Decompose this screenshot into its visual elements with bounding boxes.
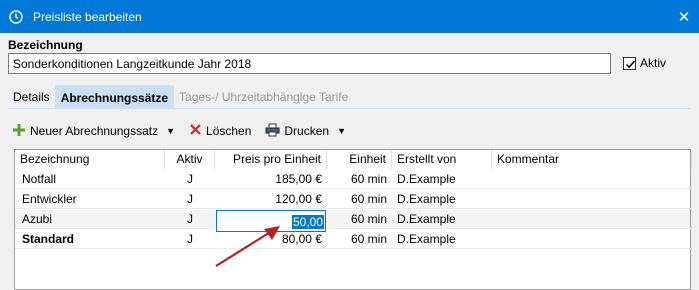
new-rate-button[interactable]: Neuer Abrechnungssatz ▼ xyxy=(12,123,175,140)
delete-button[interactable]: Löschen xyxy=(189,123,251,139)
grid-header: Bezeichnung Aktiv Preis pro Einheit Einh… xyxy=(15,150,692,169)
tab-abrechnungssaetze[interactable]: Abrechnungssätze xyxy=(54,85,175,109)
cell-erstellt: D.Example xyxy=(392,170,492,189)
cell-kommentar xyxy=(492,230,692,249)
title-bar: Preisliste bearbeiten ✕ xyxy=(0,0,699,33)
delete-label: Löschen xyxy=(206,124,252,138)
cell-aktiv: J xyxy=(165,230,215,249)
cell-bezeichnung: Entwickler xyxy=(15,190,165,209)
table-row[interactable]: Notfall J 185,00 € 60 min D.Example xyxy=(15,170,692,189)
table-row[interactable]: Entwickler J 120,00 € 60 min D.Example xyxy=(15,190,692,209)
tab-details[interactable]: Details xyxy=(8,85,55,109)
cell-bezeichnung: Notfall xyxy=(15,170,165,189)
column-header-kommentar[interactable]: Kommentar xyxy=(492,150,692,169)
plus-icon xyxy=(12,123,26,140)
cell-erstellt: D.Example xyxy=(392,190,492,209)
column-header-bezeichnung[interactable]: Bezeichnung xyxy=(15,150,165,169)
delete-icon xyxy=(189,123,202,139)
window-title: Preisliste bearbeiten xyxy=(33,9,142,24)
price-edit-selection: 50,00 xyxy=(291,215,324,229)
column-header-erstellt[interactable]: Erstellt von xyxy=(392,150,492,169)
column-header-preis[interactable]: Preis pro Einheit xyxy=(215,150,327,169)
chevron-down-icon[interactable]: ▼ xyxy=(166,126,175,136)
cell-kommentar xyxy=(492,170,692,189)
cell-einheit: 60 min xyxy=(327,190,392,209)
bezeichnung-label: Bezeichnung xyxy=(8,38,83,52)
cell-einheit: 60 min xyxy=(327,230,392,249)
new-rate-label: Neuer Abrechnungssatz xyxy=(30,124,159,138)
column-header-einheit[interactable]: Einheit xyxy=(327,150,392,169)
print-label: Drucken xyxy=(284,124,330,138)
printer-icon xyxy=(265,123,280,140)
clock-icon xyxy=(8,9,24,25)
annotation-arrow xyxy=(215,226,280,267)
bezeichnung-input[interactable] xyxy=(8,53,611,74)
cell-preis: 185,00 € xyxy=(215,170,327,189)
tab-tarife[interactable]: Tages-/ Uhrzeitabhängige Tarife xyxy=(174,85,353,109)
cell-einheit: 60 min xyxy=(327,170,392,189)
cell-erstellt: D.Example xyxy=(392,230,492,249)
cell-bezeichnung: Azubi xyxy=(15,210,165,229)
aktiv-label: Aktiv xyxy=(640,56,667,70)
cell-kommentar xyxy=(492,190,692,209)
cell-kommentar xyxy=(492,210,692,229)
table-row[interactable]: Standard J 80,00 € 60 min D.Example xyxy=(15,230,692,249)
chevron-down-icon[interactable]: ▼ xyxy=(337,126,346,136)
rates-grid: Bezeichnung Aktiv Preis pro Einheit Einh… xyxy=(14,149,692,290)
cell-aktiv: J xyxy=(165,190,215,209)
aktiv-checkbox-group[interactable]: Aktiv xyxy=(623,56,666,70)
print-button[interactable]: Drucken ▼ xyxy=(265,123,346,140)
cell-preis: 120,00 € xyxy=(215,190,327,209)
aktiv-checkbox[interactable] xyxy=(623,56,636,70)
column-header-aktiv[interactable]: Aktiv xyxy=(165,150,215,169)
tab-bar: Details Abrechnungssätze Tages-/ Uhrzeit… xyxy=(8,85,353,109)
cell-aktiv: J xyxy=(165,170,215,189)
cell-bezeichnung: Standard xyxy=(15,230,165,249)
cell-einheit: 60 min xyxy=(327,210,392,229)
toolbar: Neuer Abrechnungssatz ▼ Löschen Drucken … xyxy=(12,122,360,140)
table-row-selected[interactable]: Azubi J 60 min D.Example xyxy=(15,210,692,229)
close-button[interactable]: ✕ xyxy=(669,0,699,33)
cell-erstellt: D.Example xyxy=(392,210,492,229)
cell-aktiv: J xyxy=(165,210,215,229)
